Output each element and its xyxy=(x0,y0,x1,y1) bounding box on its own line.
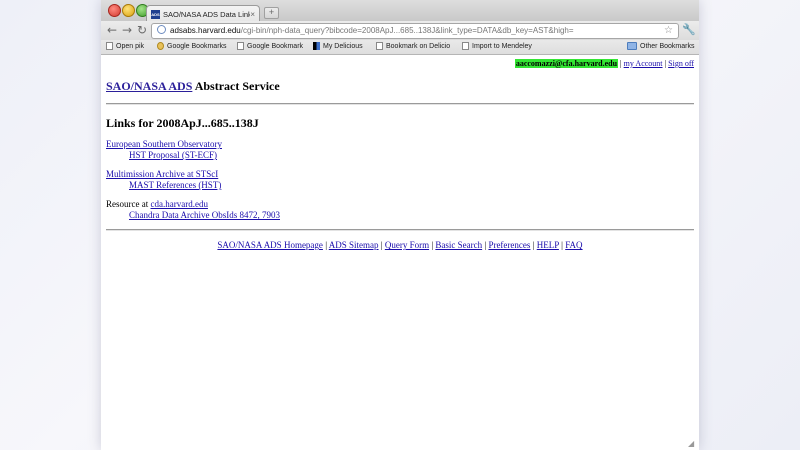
data-link-entry: Multimission Archive at STScI MAST Refer… xyxy=(106,169,221,190)
user-email: aaccomazzi@cfa.harvard.edu xyxy=(514,59,619,68)
bookmark-google-bookmark[interactable]: Google Bookmark xyxy=(237,42,303,50)
mast-references-link[interactable]: MAST References (HST) xyxy=(129,180,221,190)
page-title-rest: Abstract Service xyxy=(192,79,280,93)
data-link-entry: European Southern Observatory HST Propos… xyxy=(106,139,222,160)
footer-link-preferences[interactable]: Preferences xyxy=(488,240,530,250)
close-window-icon[interactable] xyxy=(108,4,121,17)
bookmark-star-icon[interactable]: ☆ xyxy=(664,24,673,38)
wrench-menu-icon[interactable]: 🔧 xyxy=(682,23,696,36)
url-host: adsabs.harvard.edu xyxy=(170,26,241,35)
cda-link[interactable]: cda.harvard.edu xyxy=(150,199,207,209)
my-account-link[interactable]: my Account xyxy=(624,59,663,68)
user-bar: aaccomazzi@cfa.harvard.edu | my Account … xyxy=(514,59,694,68)
minimize-window-icon[interactable] xyxy=(122,4,135,17)
address-bar[interactable]: adsabs.harvard.edu/cgi-bin/nph-data_quer… xyxy=(151,23,679,39)
google-icon xyxy=(157,42,164,50)
ads-home-link[interactable]: SAO/NASA ADS xyxy=(106,79,192,93)
bookmark-label: My Delicious xyxy=(323,42,363,50)
bookmarks-bar: Open pik Google Bookmarks Google Bookmar… xyxy=(101,40,699,55)
bookmark-open-pik[interactable]: Open pik xyxy=(106,42,144,50)
page-title: SAO/NASA ADS Abstract Service xyxy=(106,79,280,94)
divider xyxy=(106,103,694,105)
footer-link-help[interactable]: HELP xyxy=(537,240,559,250)
bookmark-google-bookmarks[interactable]: Google Bookmarks xyxy=(157,42,227,50)
bookmark-my-delicious[interactable]: My Delicious xyxy=(313,42,363,50)
tab-title: SAO/NASA ADS Data Links xyxy=(163,9,251,19)
title-bar: ADS SAO/NASA ADS Data Links × + xyxy=(101,0,699,22)
sign-off-link[interactable]: Sign off xyxy=(668,59,694,68)
ads-favicon-icon: ADS xyxy=(151,9,160,19)
bookmark-label: Google Bookmark xyxy=(247,42,304,50)
eso-link[interactable]: European Southern Observatory xyxy=(106,139,222,149)
url-path: /cgi-bin/nph-data_query?bibcode=2008ApJ.… xyxy=(240,26,574,35)
footer-link-sitemap[interactable]: ADS Sitemap xyxy=(329,240,379,250)
tab-ads-data-links[interactable]: ADS SAO/NASA ADS Data Links × xyxy=(146,5,260,22)
footer-link-homepage[interactable]: SAO/NASA ADS Homepage xyxy=(217,240,323,250)
hst-proposal-link[interactable]: HST Proposal (ST-ECF) xyxy=(129,150,217,160)
new-tab-button[interactable]: + xyxy=(264,7,279,19)
browser-toolbar: ← → ↻ adsabs.harvard.edu/cgi-bin/nph-dat… xyxy=(101,21,699,41)
other-bookmarks-label: Other Bookmarks xyxy=(640,42,695,50)
footer-link-faq[interactable]: FAQ xyxy=(565,240,582,250)
bookmark-label: Google Bookmarks xyxy=(167,42,227,50)
links-heading: Links for 2008ApJ...685..138J xyxy=(106,116,259,130)
chandra-archive-link[interactable]: Chandra Data Archive ObsIds 8472, 7903 xyxy=(129,210,280,220)
mast-link[interactable]: Multimission Archive at STScI xyxy=(106,169,218,179)
other-bookmarks[interactable]: Other Bookmarks xyxy=(627,42,694,50)
bookmark-on-delicious[interactable]: Bookmark on Delicio xyxy=(376,42,450,50)
resize-grip-icon[interactable]: ◢ xyxy=(688,439,696,448)
footer-nav: SAO/NASA ADS Homepage | ADS Sitemap | Qu… xyxy=(101,240,699,250)
data-link-entry: Resource at cda.harvard.edu Chandra Data… xyxy=(106,199,280,220)
browser-window: ADS SAO/NASA ADS Data Links × + ← → ↻ ad… xyxy=(101,0,699,450)
bookmark-label: Bookmark on Delicio xyxy=(386,42,451,50)
folder-icon xyxy=(627,42,637,50)
resource-prefix: Resource at xyxy=(106,199,151,209)
tab-close-icon[interactable]: × xyxy=(250,10,255,19)
bookmark-import-mendeley[interactable]: Import to Mendeley xyxy=(462,42,532,50)
page-content: aaccomazzi@cfa.harvard.edu | my Account … xyxy=(101,55,699,450)
page-icon xyxy=(376,42,383,50)
page-icon xyxy=(462,42,469,50)
footer-link-basic-search[interactable]: Basic Search xyxy=(435,240,482,250)
divider xyxy=(106,229,694,231)
page-icon xyxy=(106,42,113,50)
back-arrow-icon[interactable]: ← xyxy=(105,23,119,37)
footer-link-query-form[interactable]: Query Form xyxy=(385,240,429,250)
delicious-icon xyxy=(313,42,320,50)
bookmark-label: Open pik xyxy=(116,42,145,50)
bookmark-label: Import to Mendeley xyxy=(472,42,532,50)
reload-icon[interactable]: ↻ xyxy=(135,23,149,37)
globe-icon xyxy=(157,25,166,34)
page-icon xyxy=(237,42,244,50)
forward-arrow-icon[interactable]: → xyxy=(120,23,134,37)
